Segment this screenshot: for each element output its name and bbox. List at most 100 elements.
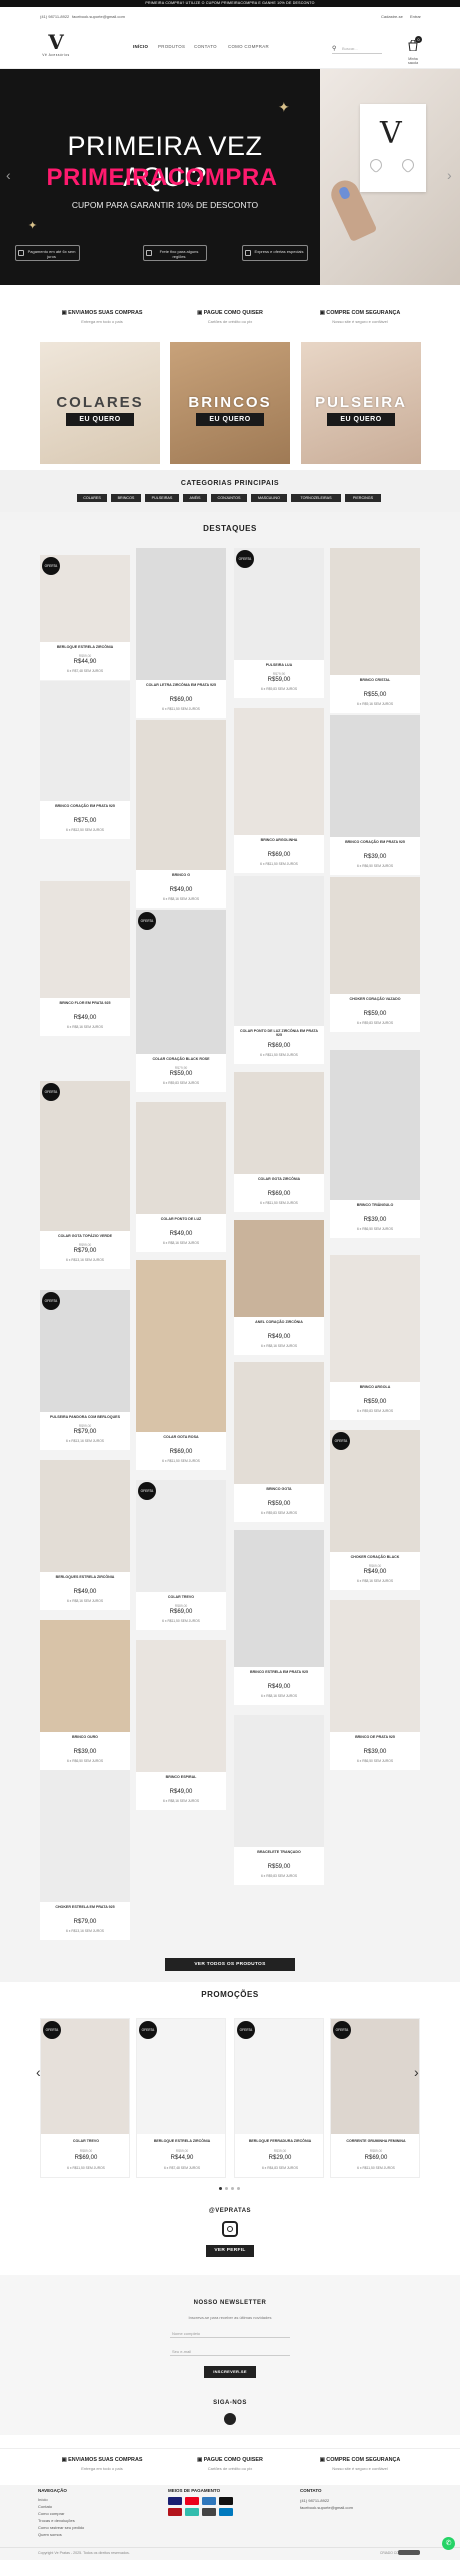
product-image[interactable] bbox=[330, 715, 420, 837]
product-name[interactable]: BRINCO ARGOLINHA bbox=[238, 838, 320, 842]
product-card[interactable]: CHOKER CORAÇÃO VAZADO R$59,00 6 x R$9,83 S… bbox=[330, 877, 420, 1032]
promo-name[interactable]: COLAR TREVO bbox=[45, 2139, 127, 2143]
product-name[interactable]: ANEL CORAÇÃO ZIRCÔNIA bbox=[238, 1320, 320, 1324]
chip-conjuntos[interactable]: CONJUNTOS bbox=[211, 494, 247, 502]
product-name[interactable]: BERLOQUE ESTRELA ZIRCÔNIA bbox=[44, 645, 126, 649]
product-card[interactable]: BRINCO ESTRELA EM PRATA 925 R$49,00 6 x R$… bbox=[234, 1530, 324, 1705]
footer-nav-link[interactable]: Quem somos bbox=[38, 2532, 62, 2537]
newsletter-email-input[interactable]: Seu e-mail bbox=[170, 2346, 290, 2356]
product-name[interactable]: COLAR GOTA ROSA bbox=[140, 1435, 222, 1439]
instagram-profile-button[interactable]: VER PERFIL bbox=[206, 2245, 254, 2257]
product-name[interactable]: COLAR GOTA ZIRCÔNIA bbox=[238, 1177, 320, 1181]
brand-logo[interactable]: V Vê Acessórios bbox=[41, 31, 71, 65]
product-name[interactable]: BERLOQUES ESTRELA ZIRCÔNIA bbox=[44, 1575, 126, 1579]
hero-banner[interactable]: V ✦ ✦ PRIMEIRA VEZ AQUI? PRIMEIRACOMPRA … bbox=[0, 69, 460, 285]
product-name[interactable]: BRINCO FLOR EM PRATA 925 bbox=[44, 1001, 126, 1005]
product-card[interactable]: BRINCO CRISTAL R$55,00 6 x R$9,16 SEM JURO… bbox=[330, 548, 420, 713]
product-card[interactable]: OFERTA COLAR CORAÇÃO BLACK ROSE R$79,90 R$5… bbox=[136, 910, 226, 1092]
search-icon[interactable]: ⚲ bbox=[332, 45, 336, 52]
whatsapp-icon[interactable]: ✆ bbox=[442, 2537, 455, 2550]
product-image[interactable] bbox=[234, 1220, 324, 1317]
product-image[interactable] bbox=[234, 708, 324, 835]
product-image[interactable] bbox=[136, 910, 226, 1054]
product-name[interactable]: BRINCO ARGOLA bbox=[334, 1385, 416, 1389]
chip-aneis[interactable]: ANÉIS bbox=[183, 494, 207, 502]
promo-card[interactable]: OFERTA BERLOQUE ESTRELA ZIRCÔNIA R$59,00 R$… bbox=[136, 2018, 226, 2178]
product-name[interactable]: PULSEIRA PANDORA COM BERLOQUES bbox=[44, 1415, 126, 1419]
product-name[interactable]: COLAR CORAÇÃO BLACK ROSE bbox=[140, 1057, 222, 1061]
product-card[interactable]: OFERTA PULSEIRA LUA R$79,90 R$59,00 6 x R$9,… bbox=[234, 548, 324, 698]
see-all-products-button[interactable]: VER TODOS OS PRODUTOS bbox=[165, 1958, 295, 1971]
product-image[interactable] bbox=[330, 1255, 420, 1382]
product-name[interactable]: BRINCO DE PRATA 925 bbox=[334, 1735, 416, 1739]
product-card[interactable]: BRINCO DE PRATA 925 R$39,00 6 x R$6,50 SEM… bbox=[330, 1600, 420, 1770]
register-link[interactable]: Cadastre-se bbox=[381, 14, 403, 19]
chip-brincos[interactable]: BRINCOS bbox=[111, 494, 141, 502]
product-card[interactable]: COLAR GOTA ROSA R$69,00 6 x R$11,50 SEM JU… bbox=[136, 1260, 226, 1470]
promo-name[interactable]: CORRENTE GRUMINHA FEMININA bbox=[335, 2139, 417, 2143]
product-name[interactable]: BRINCO OURO bbox=[44, 1735, 126, 1739]
product-image[interactable] bbox=[330, 1050, 420, 1200]
chip-pulseiras[interactable]: PULSEIRAS bbox=[145, 494, 179, 502]
product-name[interactable]: COLAR GOTA TOPÁZIO VERDE bbox=[44, 1234, 126, 1238]
product-image[interactable] bbox=[136, 720, 226, 870]
product-name[interactable]: COLAR TREVO bbox=[140, 1595, 222, 1599]
product-card[interactable]: ANEL CORAÇÃO ZIRCÔNIA R$49,00 6 x R$8,16 S… bbox=[234, 1220, 324, 1355]
product-card[interactable]: BRINCO ESPIRAL R$49,00 6 x R$8,16 SEM JURO… bbox=[136, 1640, 226, 1810]
product-name[interactable]: CHOKER CORAÇÃO VAZADO bbox=[334, 997, 416, 1001]
newsletter-submit-button[interactable]: INSCREVER-SE bbox=[204, 2366, 256, 2378]
product-name[interactable]: BRINCO ESTRELA EM PRATA 925 bbox=[238, 1670, 320, 1674]
product-name[interactable]: PULSEIRA LUA bbox=[238, 663, 320, 667]
product-image[interactable] bbox=[330, 877, 420, 994]
product-card[interactable]: CHOKER ESTRELA EM PRATA 925 R$79,00 6 x R$… bbox=[40, 1770, 130, 1940]
product-name[interactable]: BRINCO CORAÇÃO EM PRATA 925 bbox=[44, 804, 126, 808]
product-image[interactable] bbox=[40, 1620, 130, 1732]
instagram-icon[interactable] bbox=[224, 2413, 236, 2425]
category-colares[interactable]: COLARES EU QUERO bbox=[40, 342, 160, 464]
product-name[interactable]: BRINCO GOTA bbox=[238, 1487, 320, 1491]
category-brincos-button[interactable]: EU QUERO bbox=[196, 413, 264, 426]
category-brincos[interactable]: BRINCOS EU QUERO bbox=[170, 342, 290, 464]
footer-phone[interactable]: (41) 98711-8922 bbox=[300, 2498, 329, 2503]
product-card[interactable]: BERLOQUES ESTRELA ZIRCÔNIA R$49,00 6 x R$8… bbox=[40, 1460, 130, 1610]
product-image[interactable] bbox=[40, 1081, 130, 1231]
chip-tornozeleiras[interactable]: TORNOZELEIRAS bbox=[291, 494, 341, 502]
product-image[interactable] bbox=[234, 1362, 324, 1484]
product-image[interactable] bbox=[136, 548, 226, 680]
product-name[interactable]: BRINCO ESPIRAL bbox=[140, 1775, 222, 1779]
nav-contato[interactable]: CONTATO bbox=[194, 44, 217, 49]
carousel-dot[interactable] bbox=[225, 2187, 228, 2190]
product-image[interactable] bbox=[330, 1600, 420, 1732]
product-name[interactable]: CHOKER CORAÇÃO BLACK bbox=[334, 1555, 416, 1559]
promo-card[interactable]: OFERTA COLAR TREVO R$89,00 R$69,00 6 x R$11,… bbox=[40, 2018, 130, 2178]
category-pulseira-button[interactable]: EU QUERO bbox=[327, 413, 395, 426]
product-name[interactable]: BRINCO TRIÂNGULO bbox=[334, 1203, 416, 1207]
product-card[interactable]: COLAR PONTO DE LUZ ZIRCÔNIA EM PRATA 925… bbox=[234, 876, 324, 1064]
newsletter-name-input[interactable]: Nome completo bbox=[170, 2328, 290, 2338]
nav-inicio[interactable]: INÍCIO bbox=[133, 44, 148, 49]
hero-next-arrow-icon[interactable]: › bbox=[447, 167, 452, 183]
product-name[interactable]: COLAR PONTO DE LUZ bbox=[140, 1217, 222, 1221]
promo-card[interactable]: OFERTA BERLOQUE FERRADURA ZIRCÔNIA R$39,00… bbox=[234, 2018, 324, 2178]
product-card[interactable]: OFERTA CHOKER CORAÇÃO BLACK R$69,00 R$49,00… bbox=[330, 1430, 420, 1590]
product-card[interactable]: BRINCO ARGOLINHA R$69,00 6 x R$11,50 SEM J… bbox=[234, 708, 324, 873]
product-card[interactable]: OFERTA COLAR TREVO R$89,00 R$69,00 6 x R$11,… bbox=[136, 1480, 226, 1630]
product-card[interactable]: BRINCO CORAÇÃO EM PRATA 925 R$75,00 6 x R$… bbox=[40, 681, 130, 839]
product-image[interactable] bbox=[40, 1770, 130, 1902]
product-image[interactable] bbox=[40, 881, 130, 998]
chip-colares[interactable]: COLARES bbox=[77, 494, 107, 502]
product-card[interactable]: COLAR LETRA ZIRCÔNIA EM PRATA 925 R$69,00… bbox=[136, 548, 226, 718]
product-card[interactable]: BRINCO TRIÂNGULO R$39,00 6 x R$6,50 SEM JU… bbox=[330, 1050, 420, 1238]
product-card[interactable]: COLAR GOTA ZIRCÔNIA R$69,00 6 x R$11,50 SE… bbox=[234, 1072, 324, 1212]
product-image[interactable] bbox=[234, 1530, 324, 1667]
chip-piercings[interactable]: PIERCINGS bbox=[345, 494, 381, 502]
promo-next-arrow-icon[interactable]: › bbox=[414, 2064, 419, 2080]
product-image[interactable] bbox=[330, 548, 420, 675]
footer-nav-link[interactable]: Contato bbox=[38, 2504, 52, 2509]
search-input[interactable]: ⚲ Buscar... bbox=[332, 42, 382, 54]
product-card[interactable]: BRINCO FLOR EM PRATA 925 R$49,00 6 x R$8,1… bbox=[40, 881, 130, 1036]
product-card[interactable]: BRINCO GOTA R$59,00 6 x R$9,83 SEM JUROS bbox=[234, 1362, 324, 1522]
product-card[interactable]: BRINCO OURO R$39,00 6 x R$6,50 SEM JUROS bbox=[40, 1620, 130, 1770]
product-name[interactable]: BRINCO CORAÇÃO EM PRATA 925 bbox=[334, 840, 416, 844]
product-image[interactable] bbox=[136, 1102, 226, 1214]
